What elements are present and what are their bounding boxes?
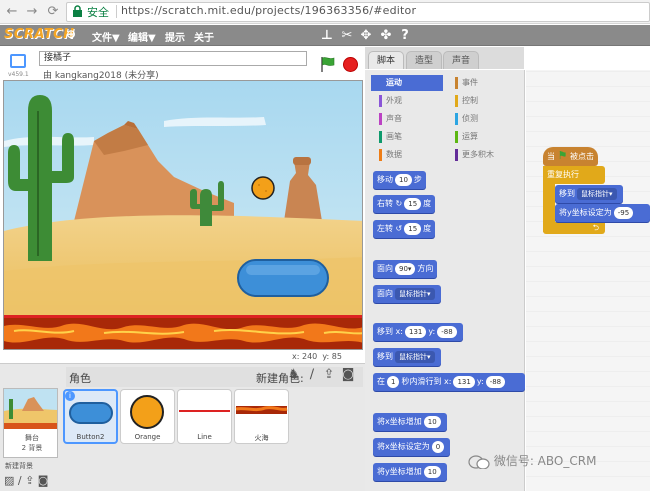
- block-turn-left[interactable]: 左转 ↺ 15 度: [373, 220, 436, 238]
- menu-about[interactable]: 关于: [194, 29, 214, 44]
- watermark: 微信号: ABO_CRM: [468, 452, 596, 470]
- button2-thumb: [69, 402, 113, 424]
- address-separator: [116, 5, 117, 18]
- url-text[interactable]: https://scratch.mit.edu/projects/1963633…: [121, 4, 416, 17]
- category-motion[interactable]: 运动: [371, 75, 443, 91]
- fire-sea-thumb: [235, 406, 288, 414]
- category-events[interactable]: 事件: [447, 75, 478, 91]
- version-label: v459.1: [8, 71, 29, 78]
- sprite-name: Orange: [134, 433, 161, 441]
- line-thumb: [179, 410, 230, 412]
- category-operators[interactable]: 运算: [447, 129, 478, 145]
- block-change-x[interactable]: 将x坐标增加 10: [373, 413, 447, 431]
- block-change-y[interactable]: 将y坐标增加 10: [373, 463, 447, 481]
- upload-sprite-icon[interactable]: ⇪: [322, 368, 336, 382]
- menu-edit[interactable]: 编辑▼: [128, 29, 156, 44]
- info-icon[interactable]: i: [65, 391, 75, 401]
- sprite-name: Button2: [76, 433, 105, 441]
- grow-icon[interactable]: ✥: [359, 28, 373, 43]
- globe-icon[interactable]: ⊕: [66, 27, 76, 41]
- sprite-name: Line: [197, 433, 212, 441]
- category-sensing[interactable]: 侦测: [447, 111, 478, 127]
- stage-coords: x: 240 y: 85: [292, 352, 342, 361]
- menu-tips[interactable]: 提示: [165, 29, 185, 44]
- hat-when-flag-clicked[interactable]: 当 ⚑ 被点击: [543, 147, 598, 166]
- scratch-logo[interactable]: SCRATCH: [4, 27, 75, 42]
- block-turn-right[interactable]: 右转 ↻ 15 度: [373, 195, 436, 213]
- block-point-direction[interactable]: 面向 90▾ 方向: [373, 260, 438, 278]
- block-categories: 运动 事件 外观 控制 声音 侦测 画笔 运算 数据 更多积木: [371, 75, 519, 163]
- stage[interactable]: [3, 80, 363, 350]
- forward-icon[interactable]: →: [24, 4, 40, 20]
- block-move-steps[interactable]: 移动 10 步: [373, 171, 426, 189]
- sprites-label: 角色: [69, 372, 91, 385]
- delete-icon[interactable]: ✂: [340, 28, 354, 43]
- orange-sprite: [251, 176, 275, 200]
- tab-costumes[interactable]: 造型: [406, 51, 443, 69]
- project-title-input[interactable]: 接橘子: [39, 51, 307, 66]
- sprite-library-icon[interactable]: ♞: [287, 368, 301, 382]
- category-sound[interactable]: 声音: [371, 111, 402, 127]
- category-pen[interactable]: 画笔: [371, 129, 402, 145]
- backdrop-tools-icons[interactable]: ▨ ∕ ⇪ ◙: [4, 474, 48, 487]
- block-help-icon[interactable]: ?: [398, 28, 412, 43]
- camera-icon[interactable]: ◙: [341, 368, 355, 382]
- category-looks[interactable]: 外观: [371, 93, 402, 109]
- category-data[interactable]: 数据: [371, 147, 402, 163]
- script-goto-block[interactable]: 移到 鼠标指针▾: [555, 185, 623, 203]
- category-control[interactable]: 控制: [447, 93, 478, 109]
- script-area[interactable]: [526, 70, 650, 491]
- category-more-blocks[interactable]: 更多积木: [447, 147, 494, 163]
- green-flag-icon[interactable]: [318, 55, 336, 73]
- forever-bottom: ⮌: [543, 222, 605, 234]
- block-point-towards[interactable]: 面向 鼠标指针▾: [373, 285, 441, 303]
- green-flag-icon: ⚑: [557, 149, 568, 162]
- tab-scripts[interactable]: 脚本: [368, 51, 405, 69]
- block-glide[interactable]: 在 1 秒内滑行到 x: 131 y: -88: [373, 373, 525, 391]
- stage-backdrop: [4, 81, 362, 349]
- stage-thumb-image: [4, 389, 57, 429]
- tab-sounds[interactable]: 声音: [443, 51, 480, 69]
- paint-sprite-icon[interactable]: ∕: [305, 368, 319, 382]
- block-goto[interactable]: 移到 鼠标指针▾: [373, 348, 441, 366]
- block-set-x[interactable]: 将x坐标设定为 0: [373, 438, 451, 456]
- duplicate-icon[interactable]: ⊥: [320, 28, 334, 43]
- wechat-icon: [468, 454, 490, 470]
- lock-icon: [73, 5, 82, 17]
- block-forever[interactable]: 重复执行: [543, 166, 605, 184]
- back-icon[interactable]: ←: [4, 4, 20, 20]
- stop-icon[interactable]: [343, 57, 358, 72]
- shrink-icon[interactable]: ✤: [379, 28, 393, 43]
- sprite-name: 火海: [254, 434, 269, 442]
- stage-label: 舞台 2 背景: [21, 434, 43, 452]
- new-backdrop-label: 新建背景: [5, 462, 33, 470]
- reload-icon[interactable]: ⟳: [45, 4, 61, 20]
- fullscreen-icon[interactable]: [10, 54, 26, 68]
- script-set-y-block[interactable]: 将y坐标设定为 -95: [555, 204, 650, 222]
- secure-label: 安全: [87, 6, 109, 19]
- block-goto-xy[interactable]: 移到 x: 131 y: -88: [373, 323, 463, 341]
- orange-thumb: [130, 395, 164, 429]
- menu-file[interactable]: 文件▼: [92, 29, 120, 44]
